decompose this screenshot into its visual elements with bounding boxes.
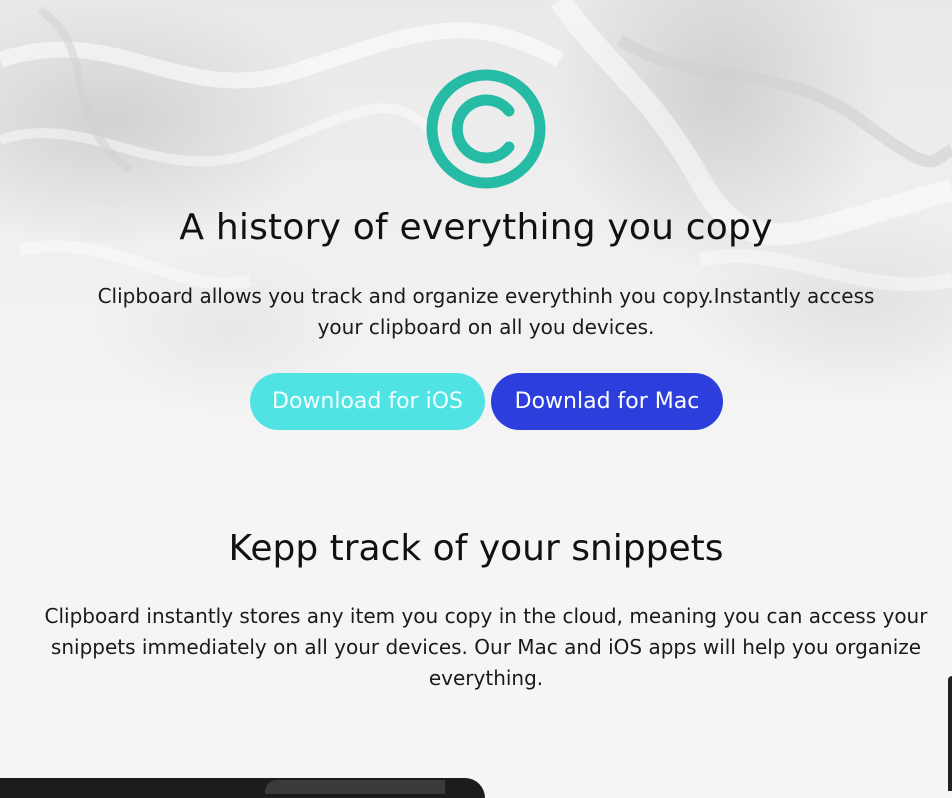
features-title: Kepp track of your snippets [228, 528, 724, 569]
copyright-c-logo-icon [426, 69, 546, 189]
features-description: Clipboard instantly stores any item you … [44, 604, 928, 690]
download-mac-button[interactable]: Downlad for Mac [491, 373, 723, 430]
device-mockup-right-edge [948, 676, 952, 791]
download-ios-button[interactable]: Download for iOS [250, 373, 485, 430]
device-mockup-screen-edge [265, 780, 445, 794]
hero-description: Clipboard allows you track and organize … [97, 284, 875, 339]
hero-title: A history of everything you copy [179, 207, 773, 248]
